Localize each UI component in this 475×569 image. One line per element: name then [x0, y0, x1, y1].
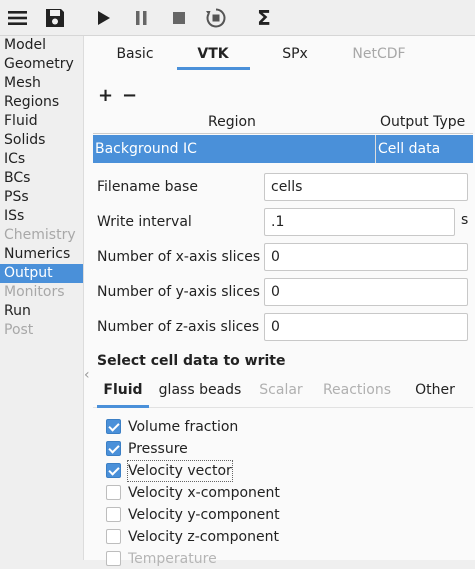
write-interval-input[interactable]: .1 [264, 208, 455, 236]
subtab-reactions[interactable]: Reactions [318, 381, 396, 403]
column-divider [375, 135, 376, 163]
checkbox-label: Pressure [128, 441, 188, 457]
table-cell-region: Background IC [95, 141, 197, 157]
sidebar-item-chemistry[interactable]: Chemistry [0, 226, 83, 245]
checkbox-checked-icon[interactable] [106, 419, 121, 434]
sidebar-item-iss[interactable]: ISs [0, 207, 83, 226]
svg-text:Σ: Σ [257, 6, 271, 30]
sidebar-item-run[interactable]: Run [0, 302, 83, 321]
checkbox-unchecked-icon[interactable] [106, 485, 121, 500]
checkbox-label: Velocity y-component [128, 507, 280, 523]
subtab-divider [93, 407, 473, 408]
sidebar-item-ics[interactable]: ICs [0, 150, 83, 169]
run-icon[interactable] [90, 5, 116, 31]
tab-spx[interactable]: SPx [272, 46, 318, 70]
z-slices-input[interactable]: 0 [264, 313, 468, 341]
checkbox-label: Temperature [128, 551, 217, 567]
column-header-region[interactable]: Region [208, 110, 256, 134]
tab-netcdf[interactable]: NetCDF [344, 46, 414, 70]
sidebar-item-bcs[interactable]: BCs [0, 169, 83, 188]
checkbox-unchecked-icon[interactable] [106, 507, 121, 522]
write-interval-unit: s [461, 212, 469, 228]
filename-base-label: Filename base [97, 179, 198, 195]
x-slices-input[interactable]: 0 [264, 243, 468, 271]
toolbar: Σ [0, 0, 475, 36]
y-slices-input[interactable]: 0 [264, 278, 468, 306]
checkbox-label: Volume fraction [128, 419, 239, 435]
x-slices-label: Number of x-axis slices [97, 249, 261, 265]
checkbox-checked-icon[interactable] [106, 463, 121, 478]
subtab-glass-beads[interactable]: glass beads [155, 381, 245, 403]
z-slices-label: Number of z-axis slices [97, 319, 260, 335]
sidebar-item-pss[interactable]: PSs [0, 188, 83, 207]
sidebar-item-model[interactable]: Model [0, 36, 83, 55]
add-region-button[interactable]: + [98, 86, 113, 106]
table-cell-output-type: Cell data [378, 141, 441, 157]
region-table-header: Region Output Type [93, 110, 473, 134]
sidebar-item-solids[interactable]: Solids [0, 131, 83, 150]
sidebar-item-mesh[interactable]: Mesh [0, 74, 83, 93]
tab-basic[interactable]: Basic [108, 46, 162, 70]
sigma-icon[interactable]: Σ [251, 5, 277, 31]
reset-icon[interactable] [203, 5, 229, 31]
stop-icon[interactable] [166, 5, 192, 31]
sidebar-item-numerics[interactable]: Numerics [0, 245, 83, 264]
collapse-sidebar-icon[interactable]: ‹ [84, 366, 94, 384]
sidebar-item-output[interactable]: Output [0, 264, 83, 283]
write-interval-label: Write interval [97, 214, 192, 230]
checkbox-checked-icon[interactable] [106, 441, 121, 456]
sidebar-item-regions[interactable]: Regions [0, 93, 83, 112]
menu-icon[interactable] [5, 5, 31, 31]
y-slices-label: Number of y-axis slices [97, 284, 260, 300]
sidebar-item-fluid[interactable]: Fluid [0, 112, 83, 131]
column-header-output-type[interactable]: Output Type [380, 110, 465, 134]
checkbox-unchecked-icon[interactable] [106, 529, 121, 544]
checkbox-label: Velocity vector [127, 460, 233, 482]
save-icon[interactable] [42, 5, 68, 31]
remove-region-button[interactable]: − [122, 86, 137, 106]
sidebar-item-monitors[interactable]: Monitors [0, 283, 83, 302]
subtab-active-indicator [97, 405, 149, 408]
subtab-other[interactable]: Other [410, 381, 460, 403]
cell-data-section-title: Select cell data to write [97, 353, 286, 369]
sidebar-item-geometry[interactable]: Geometry [0, 55, 83, 74]
subtab-fluid[interactable]: Fluid [97, 381, 149, 403]
sidebar-item-post[interactable]: Post [0, 321, 83, 340]
checkbox-unchecked-icon[interactable] [106, 551, 121, 566]
subtab-scalar[interactable]: Scalar [255, 381, 307, 403]
checkbox-label: Velocity x-component [128, 485, 280, 501]
tab-active-indicator [177, 67, 250, 70]
pause-icon[interactable] [128, 5, 154, 31]
sidebar-nav: Model Geometry Mesh Regions Fluid Solids… [0, 36, 83, 560]
filename-base-input[interactable]: cells [264, 173, 468, 201]
checkbox-label: Velocity z-component [128, 529, 279, 545]
table-row[interactable]: Background IC Cell data [93, 135, 473, 163]
